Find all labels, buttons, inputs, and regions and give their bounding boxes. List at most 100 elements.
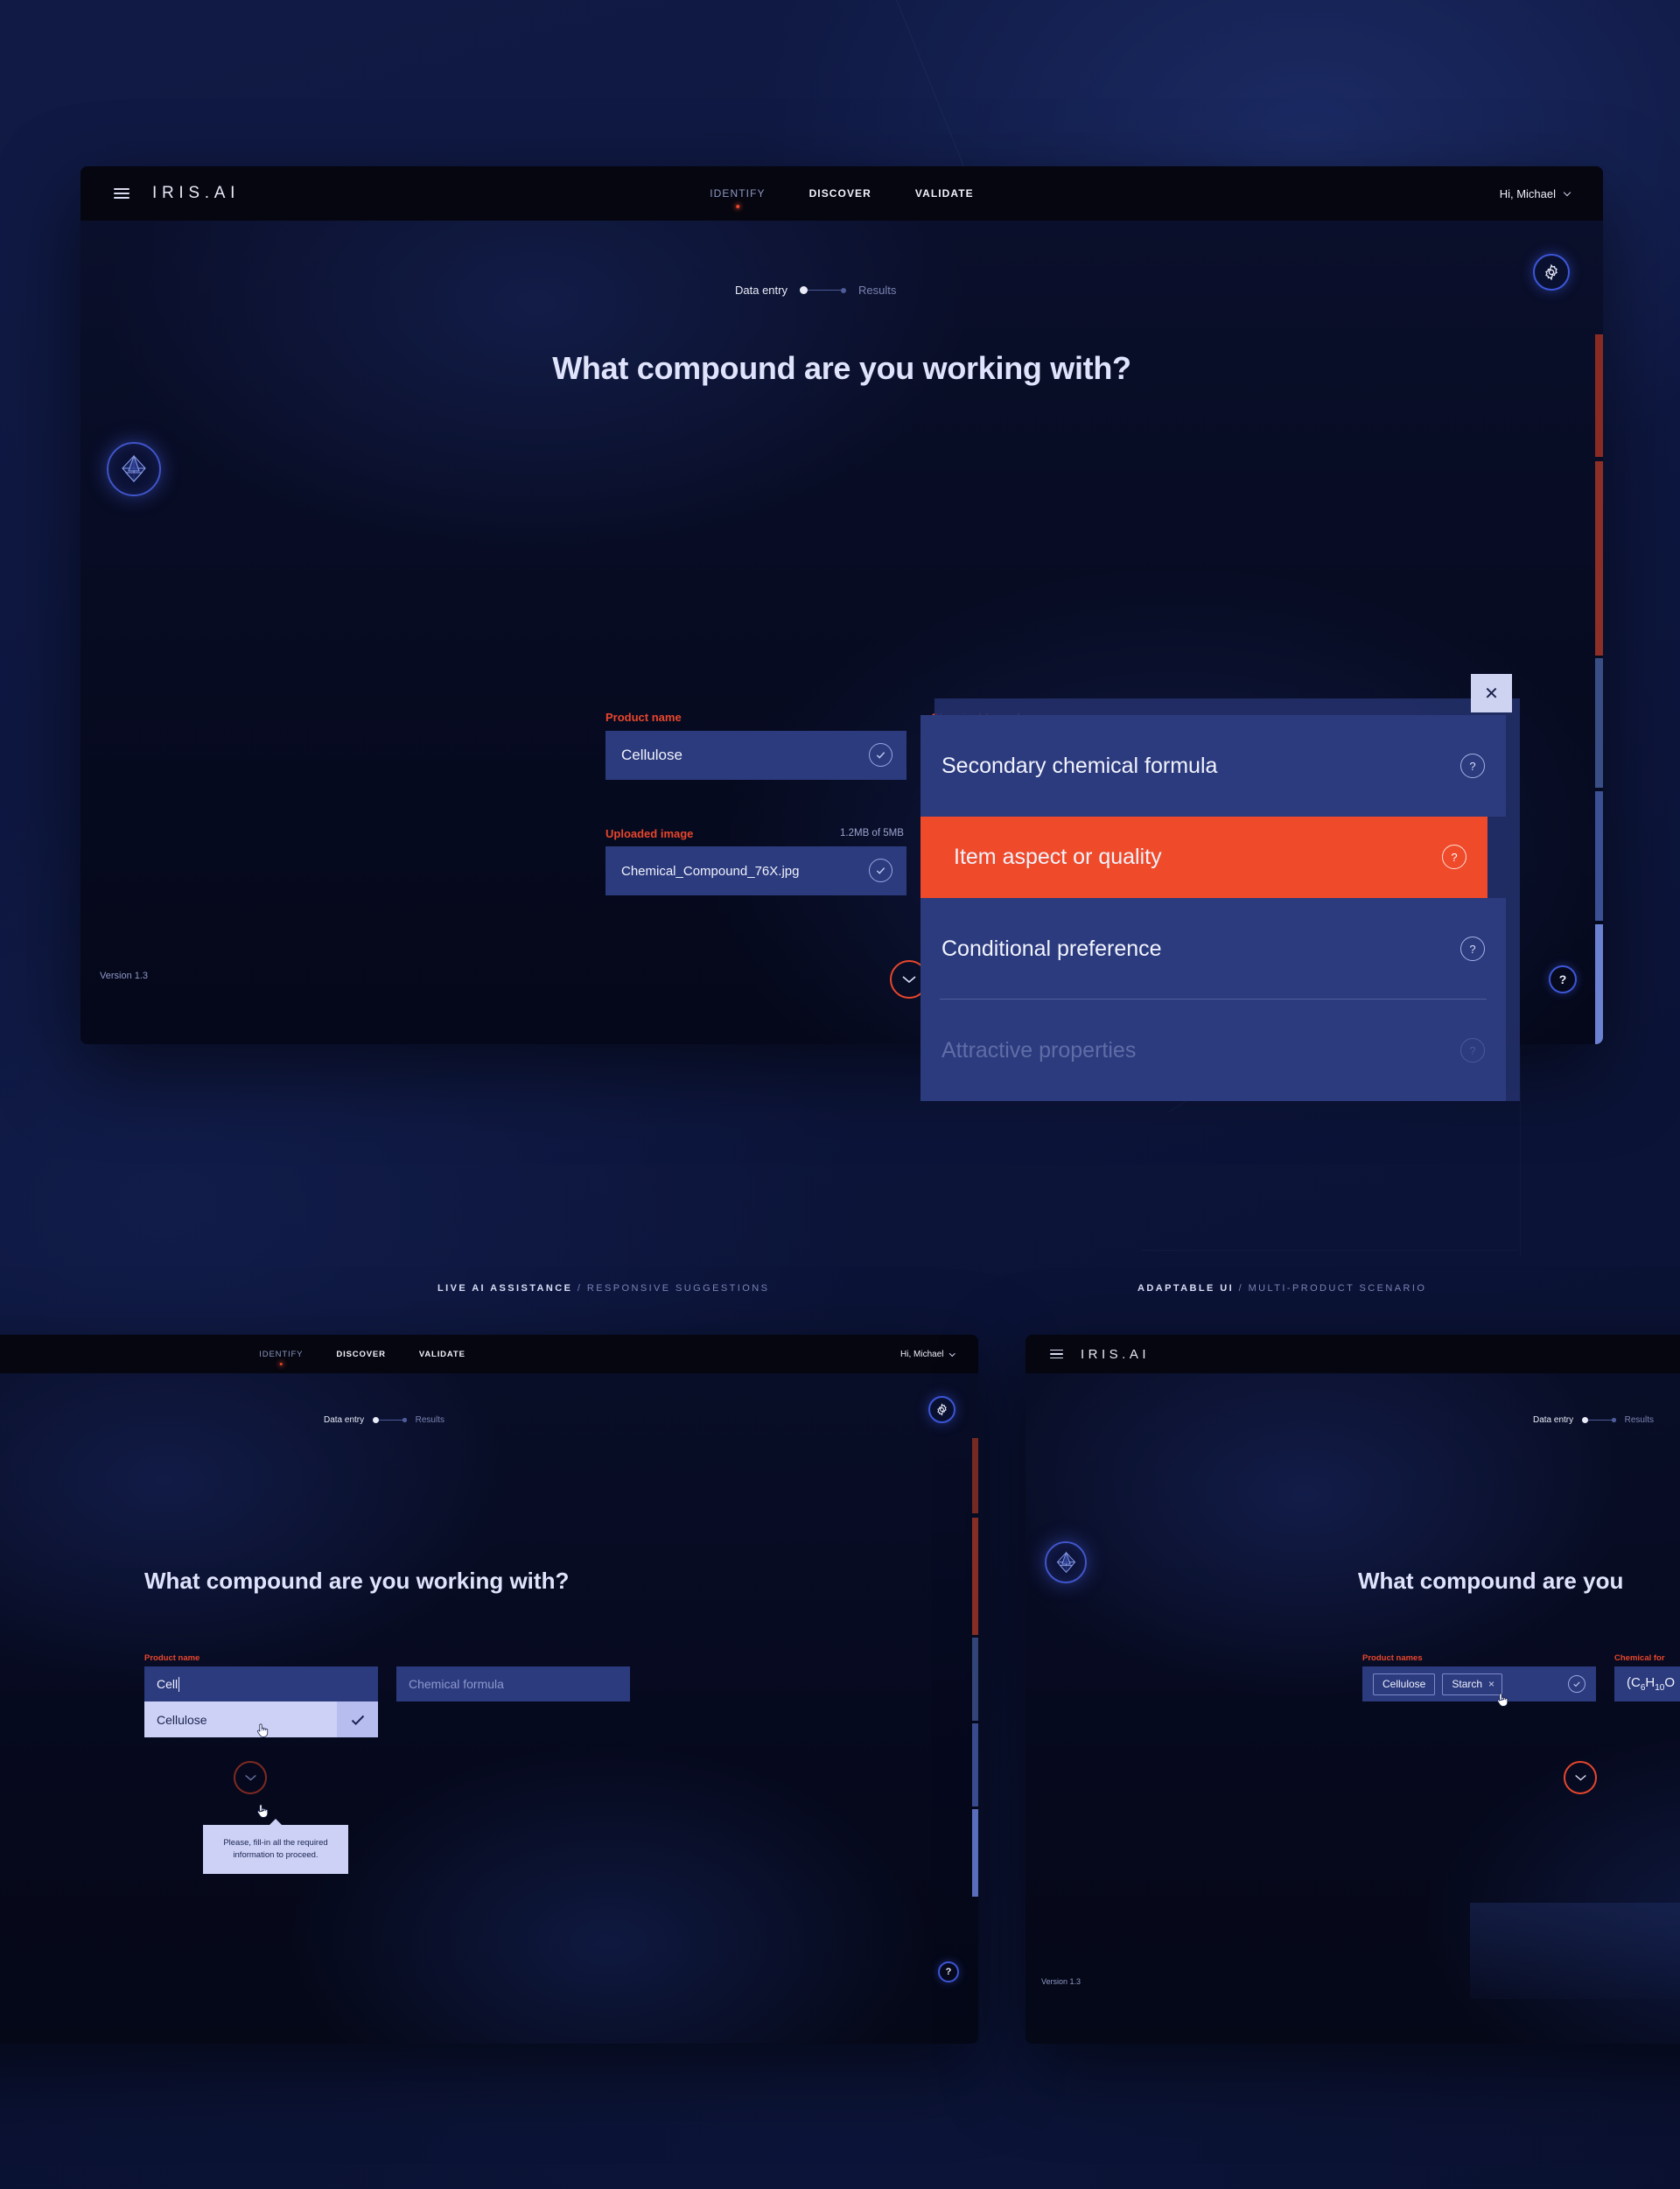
nav-item-validate[interactable]: VALIDATE [419, 1350, 466, 1359]
dropdown-item-label: Attractive properties [942, 1037, 1137, 1063]
help-icon[interactable]: ? [1460, 1038, 1485, 1063]
dropdown-item-secondary-chemical-formula[interactable]: Secondary chemical formula ? [920, 715, 1506, 817]
scroll-strip-blue [972, 1723, 978, 1807]
stepper-dot-next [840, 287, 846, 293]
stepper-line [379, 1419, 403, 1421]
stepper: Data entry Results [324, 1415, 444, 1425]
dropdown-item-attractive-properties[interactable]: Attractive properties ? [920, 1000, 1506, 1101]
compound-description-field[interactable] [1470, 1903, 1680, 1999]
upload-size-meta: 1.2MB of 5MB [840, 828, 904, 838]
scroll-strip-red [1595, 461, 1603, 656]
stepper-next-label[interactable]: Results [416, 1415, 444, 1425]
chemical-formula-field[interactable]: Chemical formula [396, 1666, 630, 1701]
stepper-current-label[interactable]: Data entry [324, 1415, 364, 1425]
version-label: Version 1.3 [100, 971, 149, 981]
nav-item-discover[interactable]: DISCOVER [809, 187, 872, 200]
scroll-strip-blue [1595, 924, 1603, 1044]
stepper-dot-active [373, 1417, 380, 1423]
menu-icon[interactable] [114, 188, 130, 199]
valid-check-icon [869, 859, 892, 882]
product-name-label: Product name [144, 1653, 200, 1663]
help-button[interactable]: ? [1549, 965, 1577, 993]
help-glyph: ? [1469, 759, 1476, 773]
user-greeting: Hi, Michael [900, 1349, 944, 1359]
scroll-strip-blue [1595, 658, 1603, 788]
stepper-current-label[interactable]: Data entry [1533, 1415, 1573, 1425]
chip-starch[interactable]: Starch × [1442, 1673, 1503, 1695]
gear-icon [937, 1403, 947, 1416]
live-assistance-panel: IRIS.AI IDENTIFY DISCOVER VALIDATE Hi, M… [0, 1335, 978, 2044]
panel-right-canvas: Data entry Results What compound are you… [1026, 1373, 1680, 2044]
nav-label: IDENTIFY [259, 1349, 304, 1359]
scroll-strip-blue [972, 1809, 978, 1897]
product-names-field[interactable]: Cellulose Starch × [1362, 1666, 1596, 1701]
chevron-down-icon [1563, 188, 1572, 196]
caption-subtitle: RESPONSIVE SUGGESTIONS [586, 1283, 770, 1294]
menu-icon[interactable] [1050, 1350, 1063, 1358]
brand-logo[interactable]: IRIS.AI [1081, 1347, 1150, 1362]
stepper-dot-active [799, 286, 808, 294]
settings-button[interactable] [1533, 254, 1570, 291]
help-icon[interactable]: ? [1460, 754, 1485, 778]
add-property-dropdown: ✕ Secondary chemical formula ? Item aspe… [920, 674, 1520, 1112]
stepper-track [799, 286, 846, 294]
active-indicator-dot [279, 1362, 283, 1365]
chevron-down-icon [1574, 1774, 1586, 1781]
gear-icon [1545, 263, 1558, 281]
next-step-button[interactable] [234, 1761, 267, 1794]
tooltip-line-2: information to proceed. [233, 1850, 318, 1860]
page-root: IRIS.AI IDENTIFY DISCOVER VALIDATE Hi, M… [0, 0, 1680, 2189]
chip-remove-icon[interactable]: × [1488, 1678, 1494, 1690]
dropdown-item-item-aspect-or-quality[interactable]: Item aspect or quality ? [920, 817, 1488, 898]
nav-item-validate[interactable]: VALIDATE [915, 187, 974, 200]
iris-crystal-icon [122, 454, 146, 482]
stepper-track [373, 1417, 407, 1423]
help-icon[interactable]: ? [1442, 845, 1466, 869]
uploaded-image-field[interactable]: Chemical_Compound_76X.jpg [606, 846, 906, 895]
nav-item-discover[interactable]: DISCOVER [336, 1350, 385, 1359]
stepper-next-label[interactable]: Results [858, 284, 896, 297]
product-name-value: Cellulose [621, 747, 682, 763]
dropdown-item-label: Conditional preference [942, 936, 1162, 961]
page-title: What compound are you [1358, 1568, 1624, 1594]
caption-title: LIVE AI ASSISTANCE [438, 1283, 573, 1294]
user-menu[interactable]: Hi, Michael [900, 1349, 955, 1359]
stepper-next-label[interactable]: Results [1625, 1415, 1654, 1425]
stepper-current-label[interactable]: Data entry [735, 284, 788, 297]
brand-logo[interactable]: IRIS.AI [152, 184, 240, 203]
product-name-field[interactable]: Cell [144, 1666, 378, 1701]
help-button[interactable]: ? [938, 1961, 959, 1982]
close-dropdown-button[interactable]: ✕ [1471, 674, 1512, 712]
chevron-down-icon [902, 976, 916, 984]
page-title: What compound are you working with? [552, 350, 1131, 386]
user-menu[interactable]: Hi, Michael [1500, 187, 1572, 200]
caption-left: LIVE AI ASSISTANCE / RESPONSIVE SUGGESTI… [438, 1283, 769, 1294]
close-icon: ✕ [1484, 684, 1499, 704]
chip-cellulose[interactable]: Cellulose [1373, 1673, 1436, 1695]
text-caret [178, 1676, 180, 1692]
scroll-strip-red [1595, 334, 1603, 457]
product-name-field[interactable]: Cellulose [606, 731, 906, 780]
product-name-value: Cell [157, 1677, 178, 1691]
stepper-dot-next [1612, 1418, 1616, 1422]
nav-item-identify[interactable]: IDENTIFY [710, 187, 765, 208]
tooltip-line-1: Please, fill-in all the required [223, 1838, 328, 1849]
chip-label: Starch [1452, 1678, 1483, 1690]
nav-item-identify[interactable]: IDENTIFY [259, 1349, 304, 1365]
panel-right-topbar: IRIS.AI IDENTIFY DISCOVER VALIDATE [1026, 1335, 1680, 1373]
panel-left-topbar: IRIS.AI IDENTIFY DISCOVER VALIDATE Hi, M… [0, 1335, 978, 1373]
chevron-down-icon [948, 1350, 955, 1357]
iris-emblem [107, 442, 161, 496]
main-topbar: IRIS.AI IDENTIFY DISCOVER VALIDATE Hi, M… [80, 166, 1603, 221]
autocomplete-confirm-button[interactable] [337, 1701, 378, 1737]
dropdown-item-conditional-preference[interactable]: Conditional preference ? [920, 898, 1506, 1000]
adaptable-ui-panel: IRIS.AI IDENTIFY DISCOVER VALIDATE Data … [1026, 1335, 1680, 2044]
chemical-formula-field[interactable]: (C6H10O [1614, 1666, 1680, 1701]
page-title: What compound are you working with? [144, 1568, 570, 1594]
settings-button[interactable] [928, 1396, 956, 1423]
caption-subtitle: MULTI-PRODUCT SCENARIO [1248, 1283, 1427, 1294]
autocomplete-option-cellulose[interactable]: Cellulose [144, 1701, 378, 1737]
help-icon[interactable]: ? [1460, 937, 1485, 961]
next-step-button[interactable] [1564, 1761, 1597, 1794]
caption-separator: / [577, 1283, 583, 1294]
